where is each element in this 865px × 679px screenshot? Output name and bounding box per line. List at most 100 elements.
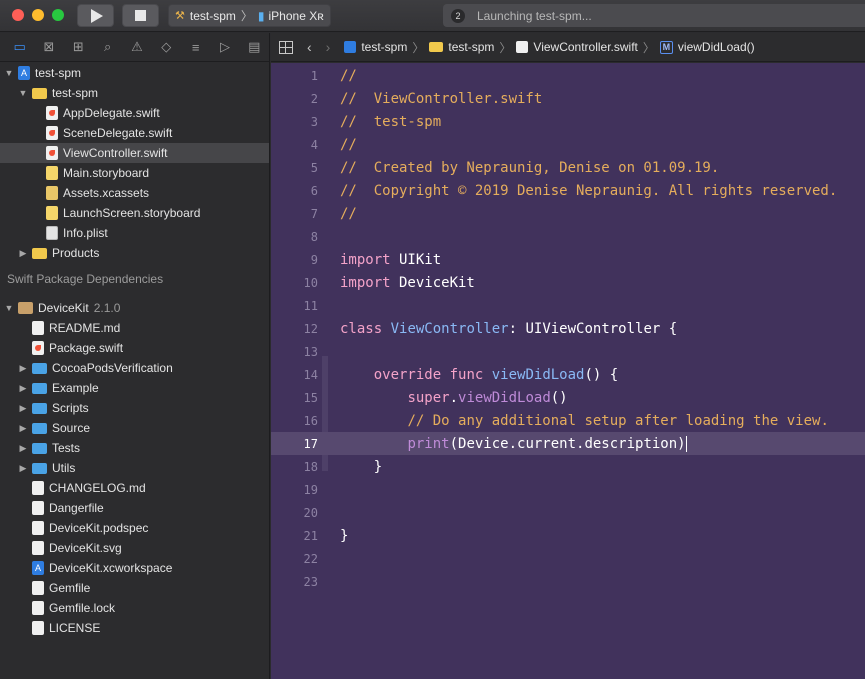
code-line[interactable]: 12 class ViewController: UIViewController… xyxy=(271,317,865,340)
disclosure-closed-icon[interactable]: ▶ xyxy=(18,363,28,374)
disclosure-closed-icon[interactable]: ▶ xyxy=(18,403,28,414)
line-number: 6 xyxy=(310,183,318,198)
tree-item[interactable]: ▼ test-spm xyxy=(0,83,269,103)
line-number: 17 xyxy=(303,436,318,451)
breadcrumb-symbol[interactable]: viewDidLoad() xyxy=(678,40,755,54)
breadcrumb-group[interactable]: test-spm xyxy=(448,40,494,54)
back-icon[interactable]: ‹ xyxy=(307,39,312,55)
report-icon[interactable]: ▤ xyxy=(240,33,269,62)
source-control-icon[interactable]: ⊠ xyxy=(34,33,63,62)
code-line[interactable]: 19 xyxy=(271,478,865,501)
tree-item[interactable]: ViewController.swift xyxy=(0,143,269,163)
disclosure-open-icon[interactable]: ▼ xyxy=(4,303,14,313)
tree-item[interactable]: SceneDelegate.swift xyxy=(0,123,269,143)
tree-item[interactable]: Gemfile xyxy=(0,578,269,598)
tree-item[interactable]: Dangerfile xyxy=(0,498,269,518)
code-line[interactable]: 3 // test-spm xyxy=(271,110,865,133)
tree-item[interactable]: CHANGELOG.md xyxy=(0,478,269,498)
code-line[interactable]: 13 xyxy=(271,340,865,363)
close-window-button[interactable] xyxy=(12,9,24,21)
tree-item[interactable]: Assets.xcassets xyxy=(0,183,269,203)
code-line[interactable]: 2 // ViewController.swift xyxy=(271,87,865,110)
device-icon: ▮ xyxy=(257,8,265,23)
tree-item[interactable]: AppDelegate.swift xyxy=(0,103,269,123)
disclosure-open-icon[interactable]: ▼ xyxy=(4,68,14,78)
disclosure-closed-icon[interactable]: ▶ xyxy=(18,443,28,454)
disclosure-closed-icon[interactable]: ▶ xyxy=(18,383,28,394)
code-line[interactable]: 20 xyxy=(271,501,865,524)
disclosure-closed-icon[interactable]: ▶ xyxy=(18,463,28,474)
tree-item[interactable]: ▶ Source xyxy=(0,418,269,438)
symbol-icon[interactable]: ⊞ xyxy=(64,33,93,62)
code-line[interactable]: 8 xyxy=(271,225,865,248)
disclosure-open-icon[interactable]: ▼ xyxy=(18,88,28,98)
tree-item[interactable]: Package.swift xyxy=(0,338,269,358)
folder-icon[interactable]: ▭ xyxy=(5,33,34,62)
tree-item[interactable]: ▶ CocoaPodsVerification xyxy=(0,358,269,378)
breadcrumb-file[interactable]: ViewController.swift xyxy=(533,40,637,54)
activity-status[interactable]: 2 Launching test-spm... xyxy=(443,4,865,27)
method-icon: M xyxy=(659,40,673,54)
line-number: 2 xyxy=(310,91,318,106)
tree-item[interactable]: ▶ Example xyxy=(0,378,269,398)
tree-item-label: Scripts xyxy=(52,401,89,415)
tree-item[interactable]: Info.plist xyxy=(0,223,269,243)
disclosure-closed-icon[interactable]: ▶ xyxy=(18,423,28,434)
disclosure-closed-icon[interactable]: ▶ xyxy=(18,248,28,259)
code-line[interactable]: 10 import DeviceKit xyxy=(271,271,865,294)
tree-item[interactable]: Gemfile.lock xyxy=(0,598,269,618)
tree-item[interactable]: ▶ Tests xyxy=(0,438,269,458)
warning-icon[interactable]: ⚠ xyxy=(122,33,151,62)
tree-item[interactable]: A DeviceKit.xcworkspace xyxy=(0,558,269,578)
tree-item[interactable]: ▶ Utils xyxy=(0,458,269,478)
tree-item-label: Utils xyxy=(52,461,76,475)
run-button[interactable] xyxy=(77,4,114,27)
tree-item[interactable]: DeviceKit.podspec xyxy=(0,518,269,538)
code-line[interactable]: 16 // Do any additional setup after load… xyxy=(271,409,865,432)
storyboard-icon xyxy=(46,166,58,180)
document-icon xyxy=(32,321,44,335)
zoom-window-button[interactable] xyxy=(52,9,64,21)
code-line[interactable]: 15 super.viewDidLoad() xyxy=(271,386,865,409)
stop-button[interactable] xyxy=(122,4,159,27)
tree-item[interactable]: DeviceKit.svg xyxy=(0,538,269,558)
tree-item[interactable]: LaunchScreen.storyboard xyxy=(0,203,269,223)
tree-item[interactable]: ▼ Atest-spm xyxy=(0,63,269,83)
document-icon xyxy=(32,481,44,495)
source-editor[interactable]: 1 // 2 // ViewController.swift 3 // test-spm 4… xyxy=(271,63,865,679)
test-icon[interactable]: ◇ xyxy=(152,33,181,62)
tree-item[interactable]: ▼ DeviceKit 2.1.0 xyxy=(0,298,269,318)
tree-item[interactable]: README.md xyxy=(0,318,269,338)
tree-item[interactable]: ▶ Scripts xyxy=(0,398,269,418)
code-line[interactable]: 5 // Created by Nepraunig, Denise on 01.0… xyxy=(271,156,865,179)
code-line[interactable]: 23 xyxy=(271,570,865,593)
related-items-icon[interactable] xyxy=(279,40,293,54)
tree-item[interactable]: LICENSE xyxy=(0,618,269,638)
debug-icon[interactable]: ≡ xyxy=(181,33,210,62)
chevron-right-icon: 〉 xyxy=(412,40,425,55)
code-text: // xyxy=(340,136,357,153)
code-line[interactable]: 6 // Copyright © 2019 Denise Nepraunig. A… xyxy=(271,179,865,202)
tree-item[interactable]: Main.storyboard xyxy=(0,163,269,183)
code-line[interactable]: 9 import UIKit xyxy=(271,248,865,271)
scheme-selector[interactable]: ⚒ test-spm 〉 ▮ iPhone Xʀ xyxy=(168,4,331,27)
tree-item-label: Main.storyboard xyxy=(63,166,150,180)
breakpoint-icon[interactable]: ▷ xyxy=(210,33,239,62)
code-line[interactable]: 7 // xyxy=(271,202,865,225)
forward-icon[interactable]: › xyxy=(326,39,331,55)
code-text: // Copyright © 2019 Denise Nepraunig. Al… xyxy=(340,182,838,199)
code-line[interactable]: 1 // xyxy=(271,64,865,87)
code-line[interactable]: 4 // xyxy=(271,133,865,156)
code-line[interactable]: 14 override func viewDidLoad() { xyxy=(271,363,865,386)
tree-item[interactable]: ▶ Products xyxy=(0,243,269,263)
code-line[interactable]: 18 } xyxy=(271,455,865,478)
breadcrumb-project[interactable]: test-spm xyxy=(361,40,407,54)
code-line[interactable]: 21} xyxy=(271,524,865,547)
code-line[interactable]: 11 xyxy=(271,294,865,317)
search-icon[interactable]: ⌕ xyxy=(93,33,122,62)
tree-item-label: Example xyxy=(52,381,99,395)
code-line[interactable]: 17 print(Device.current.description) xyxy=(271,432,865,455)
minimize-window-button[interactable] xyxy=(32,9,44,21)
code-text: // Do any additional setup after loading… xyxy=(407,412,829,429)
code-line[interactable]: 22 xyxy=(271,547,865,570)
